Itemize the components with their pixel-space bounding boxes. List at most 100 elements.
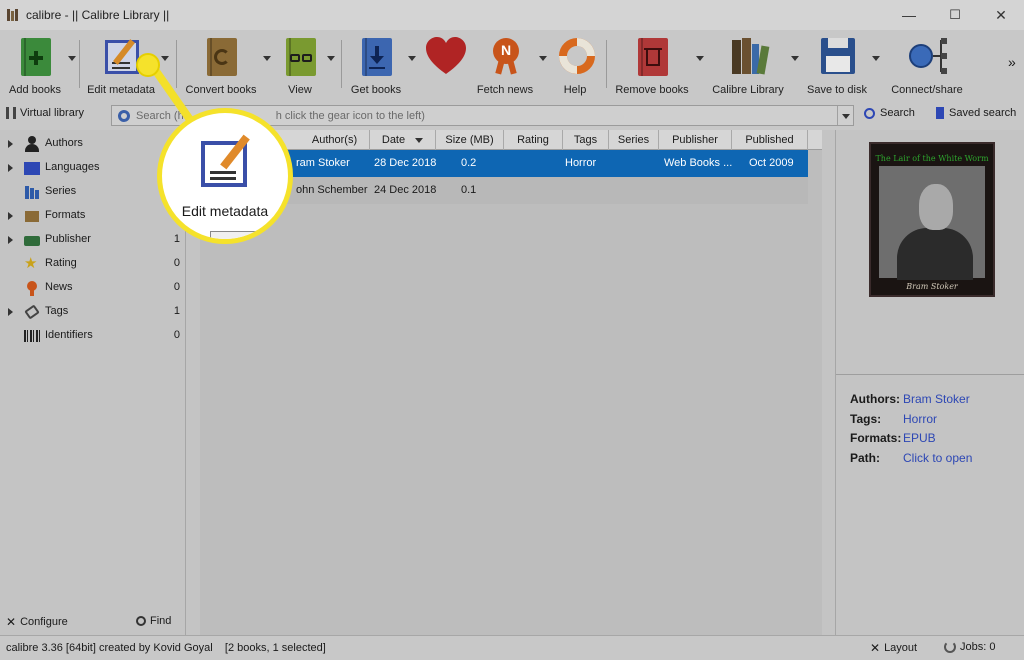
details-formats: Formats: EPUB	[850, 431, 936, 445]
toolbar-overflow-button[interactable]: »	[1006, 30, 1022, 100]
cover-title: The Lair of the White Worm	[875, 154, 989, 163]
search-placeholder-right: h click the gear icon to the left)	[275, 109, 425, 122]
save-to-disk-dropdown[interactable]	[872, 56, 880, 61]
minimize-button[interactable]: —	[886, 0, 932, 30]
help-button[interactable]: Help	[551, 30, 603, 100]
tags-link[interactable]: Horror	[903, 412, 937, 426]
tag-browser-item-authors[interactable]: Authors	[0, 132, 186, 156]
title-bar: calibre - || Calibre Library || — ☐ ✕	[0, 0, 1024, 30]
cover-author: Bram Stoker	[906, 282, 958, 291]
save-to-disk-button[interactable]: Save to disk	[804, 30, 870, 100]
tag-browser-item-tags[interactable]: Tags 1	[0, 300, 186, 324]
remove-books-dropdown[interactable]	[696, 56, 704, 61]
languages-icon	[24, 160, 40, 176]
convert-books-button[interactable]: Convert books	[184, 30, 258, 100]
search-bar: Virtual library Search (h h click the ge…	[0, 100, 1024, 130]
connect-share-button[interactable]: Connect/share	[888, 30, 966, 100]
search-placeholder-left: Search (h	[136, 109, 184, 122]
remove-books-icon	[632, 36, 672, 78]
get-books-icon	[356, 36, 396, 78]
callout-pointer-dot	[136, 53, 160, 77]
expand-arrow-icon[interactable]	[8, 236, 13, 244]
add-books-icon	[15, 36, 55, 78]
path-link[interactable]: Click to open	[903, 451, 972, 465]
view-icon	[280, 36, 320, 78]
star-icon: ★	[24, 255, 38, 272]
details-tags: Tags: Horror	[850, 412, 938, 426]
tag-browser-item-publisher[interactable]: Publisher 1	[0, 228, 186, 252]
window-title: calibre - || Calibre Library ||	[26, 8, 170, 22]
add-books-button[interactable]: Add books	[4, 30, 66, 100]
edit-metadata-dropdown[interactable]	[161, 56, 169, 61]
remove-books-button[interactable]: Remove books	[612, 30, 692, 100]
calibre-library-button[interactable]: Calibre Library	[710, 30, 786, 100]
callout-label: Edit metadata	[181, 203, 269, 219]
convert-books-dropdown[interactable]	[263, 56, 271, 61]
details-path: Path: Click to open	[850, 451, 973, 465]
convert-books-icon	[201, 36, 241, 78]
expand-arrow-icon[interactable]	[8, 140, 13, 148]
series-icon	[24, 184, 40, 200]
formats-icon	[24, 208, 40, 224]
window-controls: — ☐ ✕	[886, 0, 1024, 30]
edit-metadata-icon	[201, 134, 259, 189]
network-globe-icon	[907, 36, 947, 78]
get-books-dropdown[interactable]	[408, 56, 416, 61]
status-bar: calibre 3.36 [64bit] created by Kovid Go…	[0, 635, 1024, 660]
search-button[interactable]: Search	[864, 107, 915, 119]
expand-arrow-icon[interactable]	[8, 308, 13, 316]
close-button[interactable]: ✕	[978, 0, 1024, 30]
expand-arrow-icon[interactable]	[8, 164, 13, 172]
book-cover[interactable]: The Lair of the White Worm Bram Stoker	[869, 142, 995, 297]
book-list-header: Author(s) Date Size (MB) Rating Tags Ser…	[200, 130, 822, 150]
saved-search-button[interactable]: Saved search	[936, 107, 1016, 119]
virtual-library-icon	[6, 107, 16, 119]
fetch-news-dropdown[interactable]	[539, 56, 547, 61]
formats-link[interactable]: EPUB	[903, 431, 936, 445]
lifebuoy-icon	[551, 30, 603, 82]
authors-link[interactable]: Bram Stoker	[903, 392, 970, 406]
magnifier-icon	[136, 616, 146, 626]
gear-icon[interactable]	[118, 109, 130, 122]
expand-arrow-icon[interactable]	[8, 212, 13, 220]
add-books-dropdown[interactable]	[68, 56, 76, 61]
tag-browser-item-formats[interactable]: Formats	[0, 204, 186, 228]
column-header-date[interactable]: Date	[370, 130, 436, 150]
calibre-library-dropdown[interactable]	[791, 56, 799, 61]
floppy-disk-icon	[817, 36, 857, 78]
edit-metadata-icon	[101, 36, 141, 78]
column-header-series[interactable]: Series	[609, 130, 659, 150]
publisher-icon	[24, 232, 40, 248]
layout-button[interactable]: ✕ Layout	[870, 641, 917, 655]
column-header-size[interactable]: Size (MB)	[436, 130, 504, 150]
tag-browser-item-news[interactable]: News 0	[0, 276, 186, 300]
view-dropdown[interactable]	[327, 56, 335, 61]
donate-button[interactable]	[418, 30, 470, 100]
column-header-published[interactable]: Published	[732, 130, 808, 150]
search-history-dropdown[interactable]	[837, 106, 853, 125]
tag-browser-item-identifiers[interactable]: Identifiers 0	[0, 324, 186, 348]
column-header-tags[interactable]: Tags	[563, 130, 609, 150]
bookmark-icon	[936, 107, 944, 119]
spinner-icon	[944, 641, 956, 653]
configure-button[interactable]: ✕ Configure	[6, 615, 68, 629]
maximize-button[interactable]: ☐	[932, 0, 978, 30]
wrench-icon: ✕	[870, 641, 881, 655]
fetch-news-button[interactable]: N Fetch news	[476, 30, 534, 100]
column-header-authors[interactable]: Author(s)	[300, 130, 370, 150]
virtual-library-button[interactable]: Virtual library	[6, 107, 84, 119]
find-button[interactable]: Find	[136, 615, 171, 627]
jobs-button[interactable]: Jobs: 0	[944, 641, 995, 653]
view-button[interactable]: View	[276, 30, 324, 100]
column-header-publisher[interactable]: Publisher	[659, 130, 732, 150]
tag-browser-item-rating[interactable]: ★ Rating 0	[0, 252, 186, 276]
sort-arrow-icon	[415, 137, 424, 143]
calibre-app-icon	[6, 8, 20, 22]
column-header-rating[interactable]: Rating	[504, 130, 563, 150]
fetch-news-icon: N	[485, 36, 525, 78]
book-details-panel: The Lair of the White Worm Bram Stoker A…	[835, 130, 1024, 635]
tag-browser-footer: ✕ Configure Find	[0, 609, 186, 635]
magnifier-icon	[864, 107, 875, 119]
get-books-button[interactable]: Get books	[348, 30, 404, 100]
details-authors: Authors: Bram Stoker	[850, 392, 970, 406]
